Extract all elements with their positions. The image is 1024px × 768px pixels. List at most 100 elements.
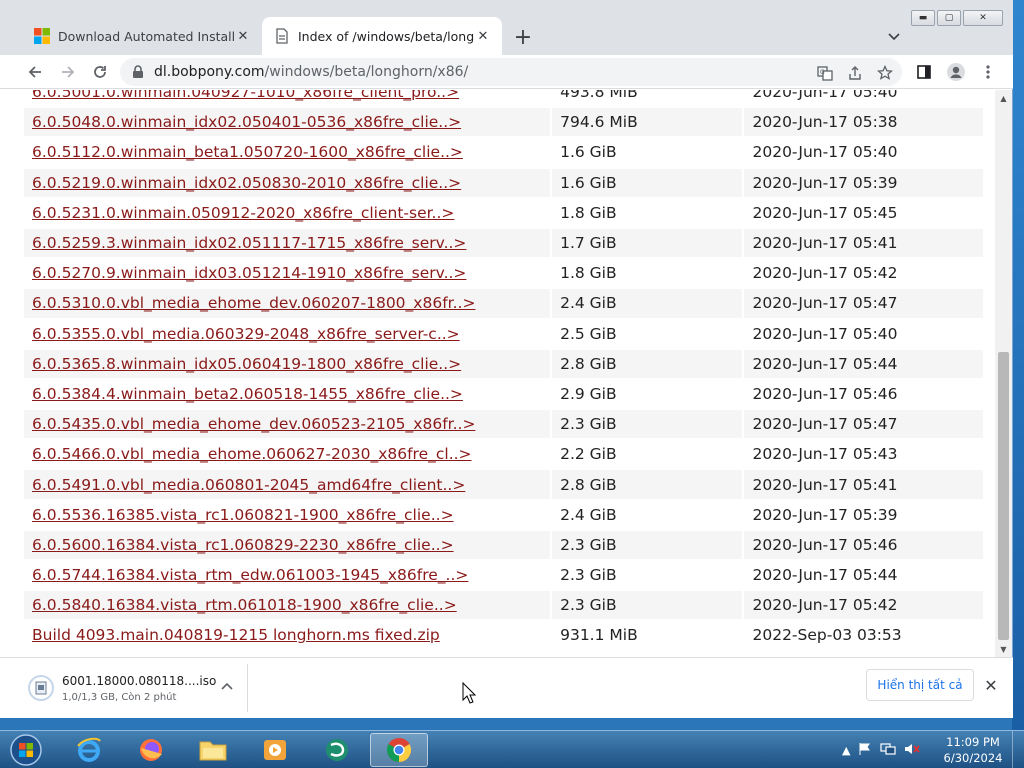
file-link[interactable]: 6.0.5466.0.vbl_media_ehome.060627-2030_x… — [32, 445, 472, 463]
file-size-cell: 2.8 GiB — [552, 470, 743, 499]
file-date-cell: 2020-Jun-17 05:44 — [744, 349, 983, 378]
file-link[interactable]: 6.0.5744.16384.vista_rtm_edw.061003-1945… — [32, 566, 468, 584]
file-name-cell: 6.0.5231.0.winmain.050912-2020_x86fre_cl… — [24, 198, 551, 227]
lock-icon[interactable] — [130, 64, 146, 80]
download-status: 1,0/1,3 GB, Còn 2 phút — [62, 691, 177, 703]
tray-expand-icon[interactable]: ▲ — [842, 744, 850, 757]
file-link[interactable]: 6.0.5384.4.winmain_beta2.060518-1455_x86… — [32, 385, 463, 403]
file-name-cell: 6.0.5365.8.winmain_idx05.060419-1800_x86… — [24, 349, 551, 378]
file-link[interactable]: 6.0.5259.3.winmain_idx02.051117-1715_x86… — [32, 234, 466, 252]
iso-file-icon — [28, 675, 54, 701]
file-name-cell: 6.0.5219.0.winmain_idx02.050830-2010_x86… — [24, 168, 551, 197]
maximize-button[interactable]: ▢ — [937, 10, 961, 26]
file-link[interactable]: 6.0.5435.0.vbl_media_ehome_dev.060523-21… — [32, 415, 475, 433]
file-link[interactable]: Build 4093.main.040819-1215 longhorn.ms … — [32, 626, 440, 644]
side-panel-icon[interactable] — [911, 59, 937, 85]
table-row: 6.0.5270.9.winmain_idx03.051214-1910_x86… — [24, 259, 983, 288]
address-bar[interactable]: dl.bobpony.com/windows/beta/longhorn/x86… — [120, 58, 902, 86]
volume-muted-icon[interactable] — [904, 742, 921, 759]
file-date-cell: 2020-Jun-17 05:40 — [744, 90, 983, 107]
file-link[interactable]: 6.0.5491.0.vbl_media.060801-2045_amd64fr… — [32, 476, 465, 494]
internet-explorer-icon[interactable] — [62, 733, 116, 767]
scroll-thumb[interactable] — [998, 352, 1009, 640]
flag-icon[interactable] — [858, 742, 872, 759]
omnibox-actions: G — [814, 62, 896, 84]
tab-download-automated[interactable]: Download Automated Installation ✕ — [22, 17, 262, 55]
file-date-cell: 2020-Jun-17 05:46 — [744, 530, 983, 559]
app-icon[interactable] — [310, 733, 364, 767]
table-row: 6.0.5231.0.winmain.050912-2020_x86fre_cl… — [24, 198, 983, 227]
table-row: 6.0.5259.3.winmain_idx02.051117-1715_x86… — [24, 228, 983, 258]
scroll-up-arrow-icon[interactable]: ▲ — [995, 90, 1012, 106]
firefox-icon[interactable] — [124, 733, 178, 767]
network-icon[interactable] — [880, 742, 897, 759]
file-link[interactable]: 6.0.5840.16384.vista_rtm.061018-1900_x86… — [32, 596, 457, 614]
page-content: 6.0.5001.0.winmain.040927-1010_x86fre_cl… — [0, 90, 995, 657]
file-link[interactable]: 6.0.5048.0.winmain_idx02.050401-0536_x86… — [32, 113, 461, 131]
close-window-button[interactable]: ✕ — [963, 10, 1003, 26]
file-link[interactable]: 6.0.5365.8.winmain_idx05.060419-1800_x86… — [32, 355, 461, 373]
file-name-cell: 6.0.5536.16385.vista_rc1.060821-1900_x86… — [24, 500, 551, 529]
file-link[interactable]: 6.0.5219.0.winmain_idx02.050830-2010_x86… — [32, 174, 461, 192]
file-link[interactable]: 6.0.5600.16384.vista_rc1.060829-2230_x86… — [32, 536, 454, 554]
file-size-cell: 1.6 GiB — [552, 168, 743, 197]
download-item[interactable]: 6001.18000.080118....iso 1,0/1,3 GB, Còn… — [22, 664, 248, 712]
close-icon[interactable]: ✕ — [474, 27, 492, 45]
file-size-cell: 2.4 GiB — [552, 289, 743, 318]
close-shelf-icon[interactable]: ✕ — [982, 676, 1000, 695]
file-name-cell: 6.0.5259.3.winmain_idx02.051117-1715_x86… — [24, 228, 551, 258]
taskbar-clock[interactable]: 11:09 PM 6/30/2024 — [940, 734, 1006, 766]
clock-time: 11:09 PM — [946, 735, 1000, 749]
tab-strip: Download Automated Installation ✕ Index … — [0, 0, 1013, 55]
file-name-cell: 6.0.5491.0.vbl_media.060801-2045_amd64fr… — [24, 470, 551, 499]
file-date-cell: 2020-Jun-17 05:39 — [744, 500, 983, 529]
browser-window: Download Automated Installation ✕ Index … — [0, 0, 1013, 718]
vertical-scrollbar[interactable]: ▲ ▼ — [995, 90, 1012, 657]
share-icon[interactable] — [844, 62, 866, 84]
file-link[interactable]: 6.0.5112.0.winmain_beta1.050720-1600_x86… — [32, 143, 463, 161]
file-link[interactable]: 6.0.5001.0.winmain.040927-1010_x86fre_cl… — [32, 90, 459, 101]
media-player-icon[interactable] — [248, 733, 302, 767]
tab-title: Download Automated Installation — [58, 28, 234, 44]
show-desktop-button[interactable] — [1012, 731, 1024, 768]
table-row: 6.0.5048.0.winmain_idx02.050401-0536_x86… — [24, 108, 983, 137]
start-button[interactable] — [4, 732, 48, 768]
file-name-cell: 6.0.5466.0.vbl_media_ehome.060627-2030_x… — [24, 440, 551, 469]
file-name-cell: 6.0.5840.16384.vista_rtm.061018-1900_x86… — [24, 591, 551, 620]
chevron-up-icon[interactable] — [219, 678, 235, 694]
reload-icon[interactable] — [87, 59, 113, 85]
file-link[interactable]: 6.0.5355.0.vbl_media.060329-2048_x86fre_… — [32, 325, 460, 343]
bookmark-star-icon[interactable] — [874, 62, 896, 84]
minimize-button[interactable]: ▬ — [911, 10, 935, 26]
file-link[interactable]: 6.0.5310.0.vbl_media_ehome_dev.060207-18… — [32, 294, 475, 312]
file-name-cell: 6.0.5310.0.vbl_media_ehome_dev.060207-18… — [24, 289, 551, 318]
chrome-icon[interactable] — [370, 733, 428, 767]
tab-search-chevron-icon[interactable] — [883, 26, 905, 48]
table-row: 6.0.5466.0.vbl_media_ehome.060627-2030_x… — [24, 440, 983, 469]
file-link[interactable]: 6.0.5231.0.winmain.050912-2020_x86fre_cl… — [32, 204, 454, 222]
table-row: 6.0.5355.0.vbl_media.060329-2048_x86fre_… — [24, 319, 983, 348]
table-row: 6.0.5112.0.winmain_beta1.050720-1600_x86… — [24, 138, 983, 167]
tab-index-of[interactable]: Index of /windows/beta/longhorn ✕ — [262, 17, 502, 55]
file-name-cell: 6.0.5435.0.vbl_media_ehome_dev.060523-21… — [24, 410, 551, 439]
more-menu-icon[interactable] — [975, 59, 1001, 85]
file-link[interactable]: 6.0.5536.16385.vista_rc1.060821-1900_x86… — [32, 506, 454, 524]
show-all-downloads-button[interactable]: Hiển thị tất cả — [866, 669, 974, 701]
profile-avatar-icon[interactable] — [943, 59, 969, 85]
translate-icon[interactable]: G — [814, 62, 836, 84]
file-link[interactable]: 6.0.5270.9.winmain_idx03.051214-1910_x86… — [32, 264, 466, 282]
file-size-cell: 493.8 MiB — [552, 90, 743, 107]
download-filename: 6001.18000.080118....iso — [62, 673, 217, 688]
new-tab-button[interactable]: + — [510, 24, 536, 50]
file-date-cell: 2020-Jun-17 05:38 — [744, 108, 983, 137]
file-size-cell: 2.9 GiB — [552, 379, 743, 409]
close-icon[interactable]: ✕ — [234, 27, 252, 45]
file-explorer-icon[interactable] — [186, 733, 240, 767]
scroll-down-arrow-icon[interactable]: ▼ — [995, 641, 1012, 657]
back-arrow-icon[interactable] — [22, 59, 48, 85]
forward-arrow-icon[interactable] — [55, 59, 81, 85]
file-name-cell: 6.0.5744.16384.vista_rtm_edw.061003-1945… — [24, 561, 551, 590]
file-date-cell: 2020-Jun-17 05:43 — [744, 440, 983, 469]
file-date-cell: 2020-Jun-17 05:45 — [744, 198, 983, 227]
download-info: 6001.18000.080118....iso 1,0/1,3 GB, Còn… — [62, 674, 216, 703]
